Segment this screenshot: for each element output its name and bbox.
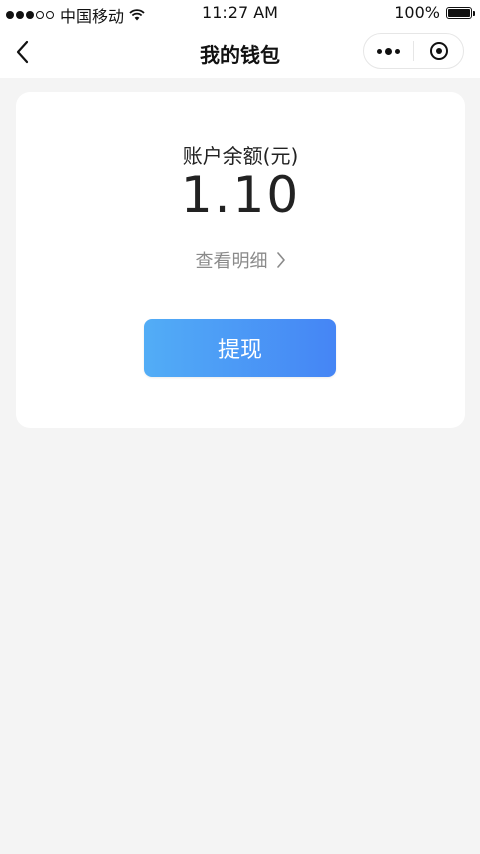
wallet-card: 账户余额(元) 1.10 查看明细 提现: [16, 92, 465, 428]
view-details-label: 查看明细: [195, 251, 268, 272]
balance-amount: 1.10: [180, 166, 301, 224]
view-details-link[interactable]: 查看明细: [16, 247, 465, 273]
target-circle-icon: [429, 42, 448, 60]
close-mini-program-button[interactable]: [414, 34, 463, 68]
more-button[interactable]: [364, 34, 413, 68]
mini-program-capsule: [363, 33, 464, 69]
nav-bar: 我的钱包: [0, 26, 480, 78]
status-right: 100%: [394, 3, 475, 22]
more-dots-icon: [377, 47, 400, 55]
battery-percent: 100%: [394, 3, 440, 22]
status-bar: 中国移动 11:27 AM 100%: [0, 0, 480, 26]
balance-label: 账户余额(元): [182, 144, 299, 168]
battery-icon: [446, 6, 475, 19]
withdraw-button[interactable]: 提现: [144, 319, 336, 377]
chevron-right-icon: [276, 252, 285, 268]
